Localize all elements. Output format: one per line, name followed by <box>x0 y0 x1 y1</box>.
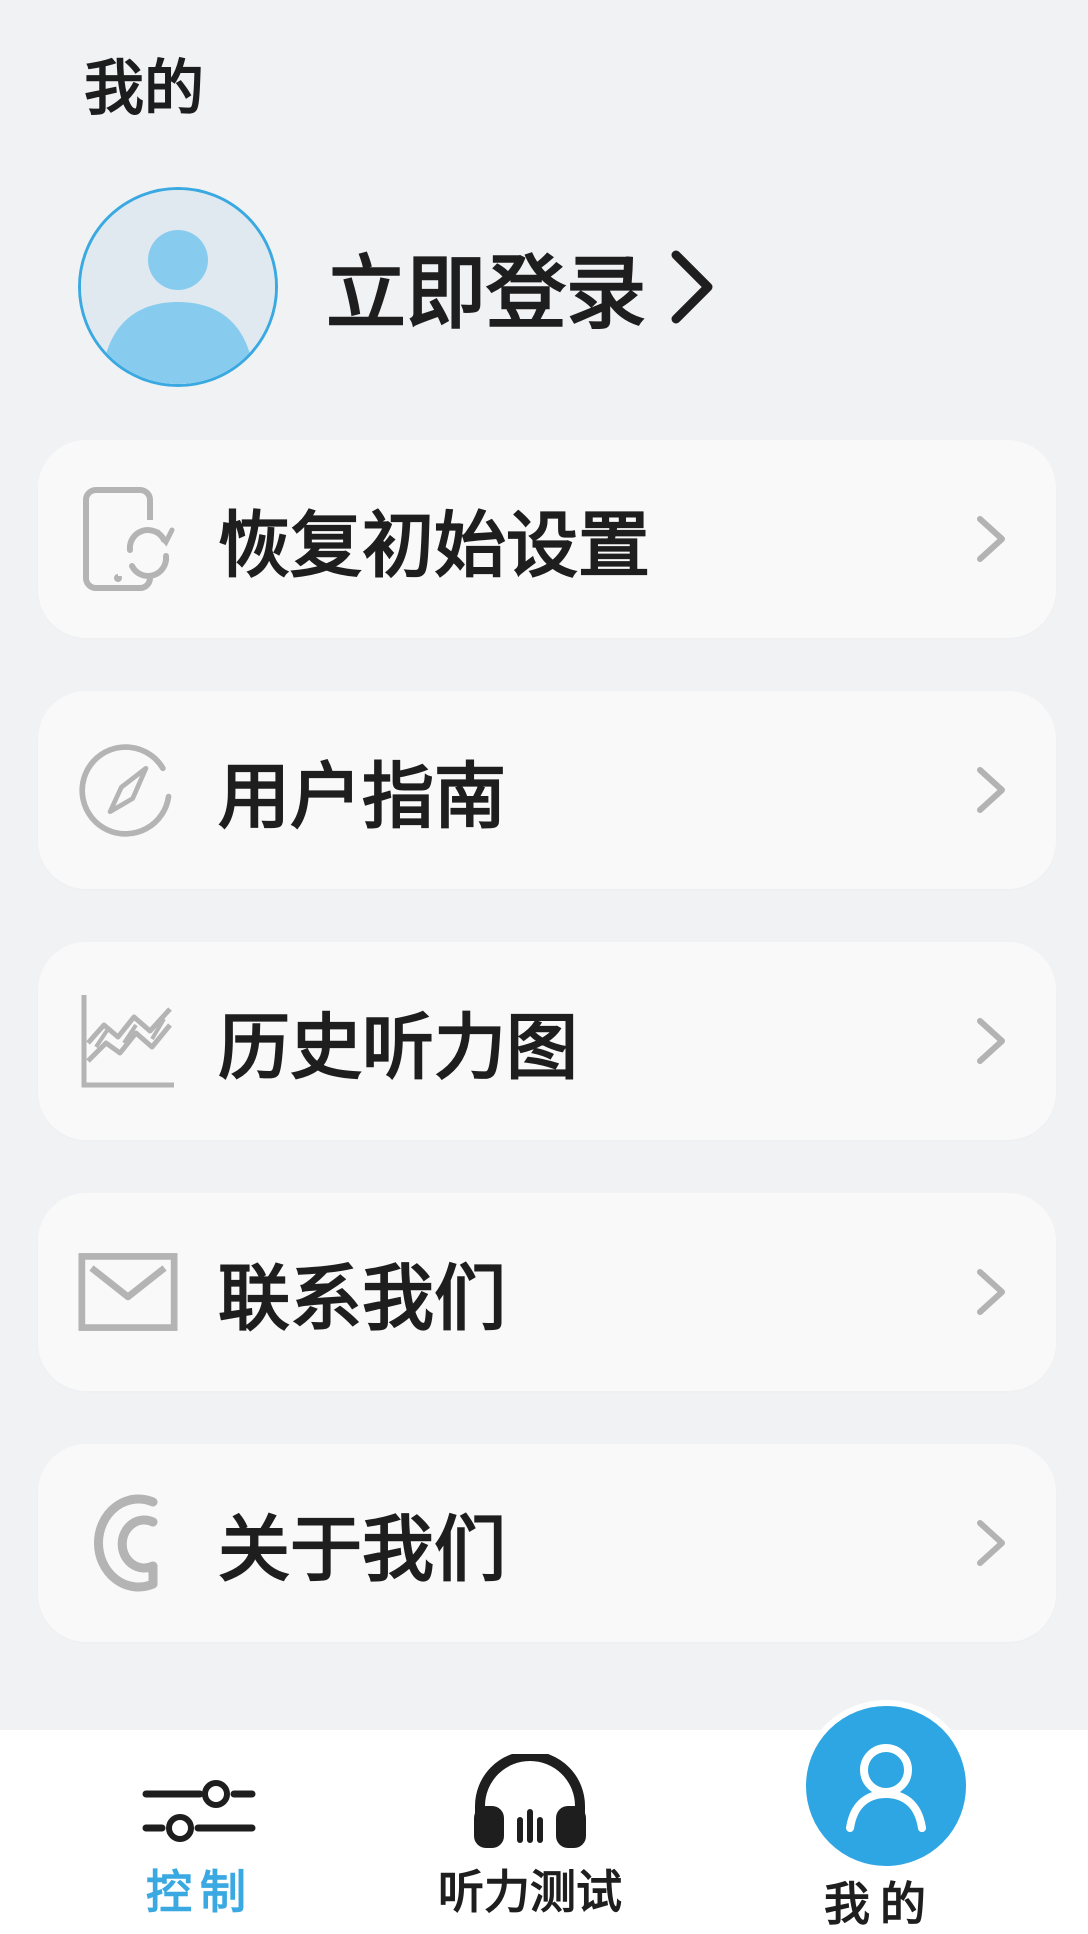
chevron-right-icon <box>977 1018 1005 1064</box>
menu-item-label: 恢复初始设置 <box>218 503 651 588</box>
chevron-right-icon <box>977 767 1005 813</box>
login-label[interactable]: 立即登录 <box>326 229 646 345</box>
menu-item-reset[interactable]: 恢复初始设置 <box>38 440 1056 638</box>
menu-item-hearing-history[interactable]: 历史听力图 <box>38 942 1056 1140</box>
menu-item-label: 历史听力图 <box>218 1005 579 1090</box>
menu-item-about-us[interactable]: 关于我们 <box>38 1444 1056 1642</box>
sliders-icon <box>142 1730 258 1850</box>
menu-item-label: 联系我们 <box>218 1256 507 1341</box>
chart-icon <box>78 991 178 1091</box>
menu-item-contact-us[interactable]: 联系我们 <box>38 1193 1056 1391</box>
menu-item-label: 用户指南 <box>218 754 507 839</box>
tab-control[interactable]: 控制 <box>100 1730 300 1934</box>
tab-label: 听力测试 <box>438 1865 622 1919</box>
user-icon[interactable] <box>800 1700 972 1872</box>
headphones-icon <box>470 1730 590 1850</box>
about-logo-icon <box>78 1493 178 1593</box>
login-entry[interactable]: 立即登录 <box>78 182 798 392</box>
compass-icon <box>78 740 178 840</box>
mail-icon <box>78 1242 178 1342</box>
menu-item-user-guide[interactable]: 用户指南 <box>38 691 1056 889</box>
tab-label: 我的 <box>824 1877 936 1931</box>
tab-label: 控制 <box>146 1865 254 1919</box>
chevron-right-icon <box>977 1269 1005 1315</box>
chevron-right-icon <box>977 516 1005 562</box>
chevron-right-icon[interactable] <box>668 247 718 327</box>
user-avatar-icon[interactable] <box>78 187 278 387</box>
reset-device-icon <box>78 487 178 591</box>
menu-item-label: 关于我们 <box>218 1507 507 1592</box>
page-title: 我的 <box>84 54 204 124</box>
settings-menu: 恢复初始设置 用户指南 历史听力图 联系我们 关于我们 <box>38 440 1056 1695</box>
tab-hearing-test[interactable]: 听力测试 <box>400 1730 660 1934</box>
chevron-right-icon <box>977 1520 1005 1566</box>
